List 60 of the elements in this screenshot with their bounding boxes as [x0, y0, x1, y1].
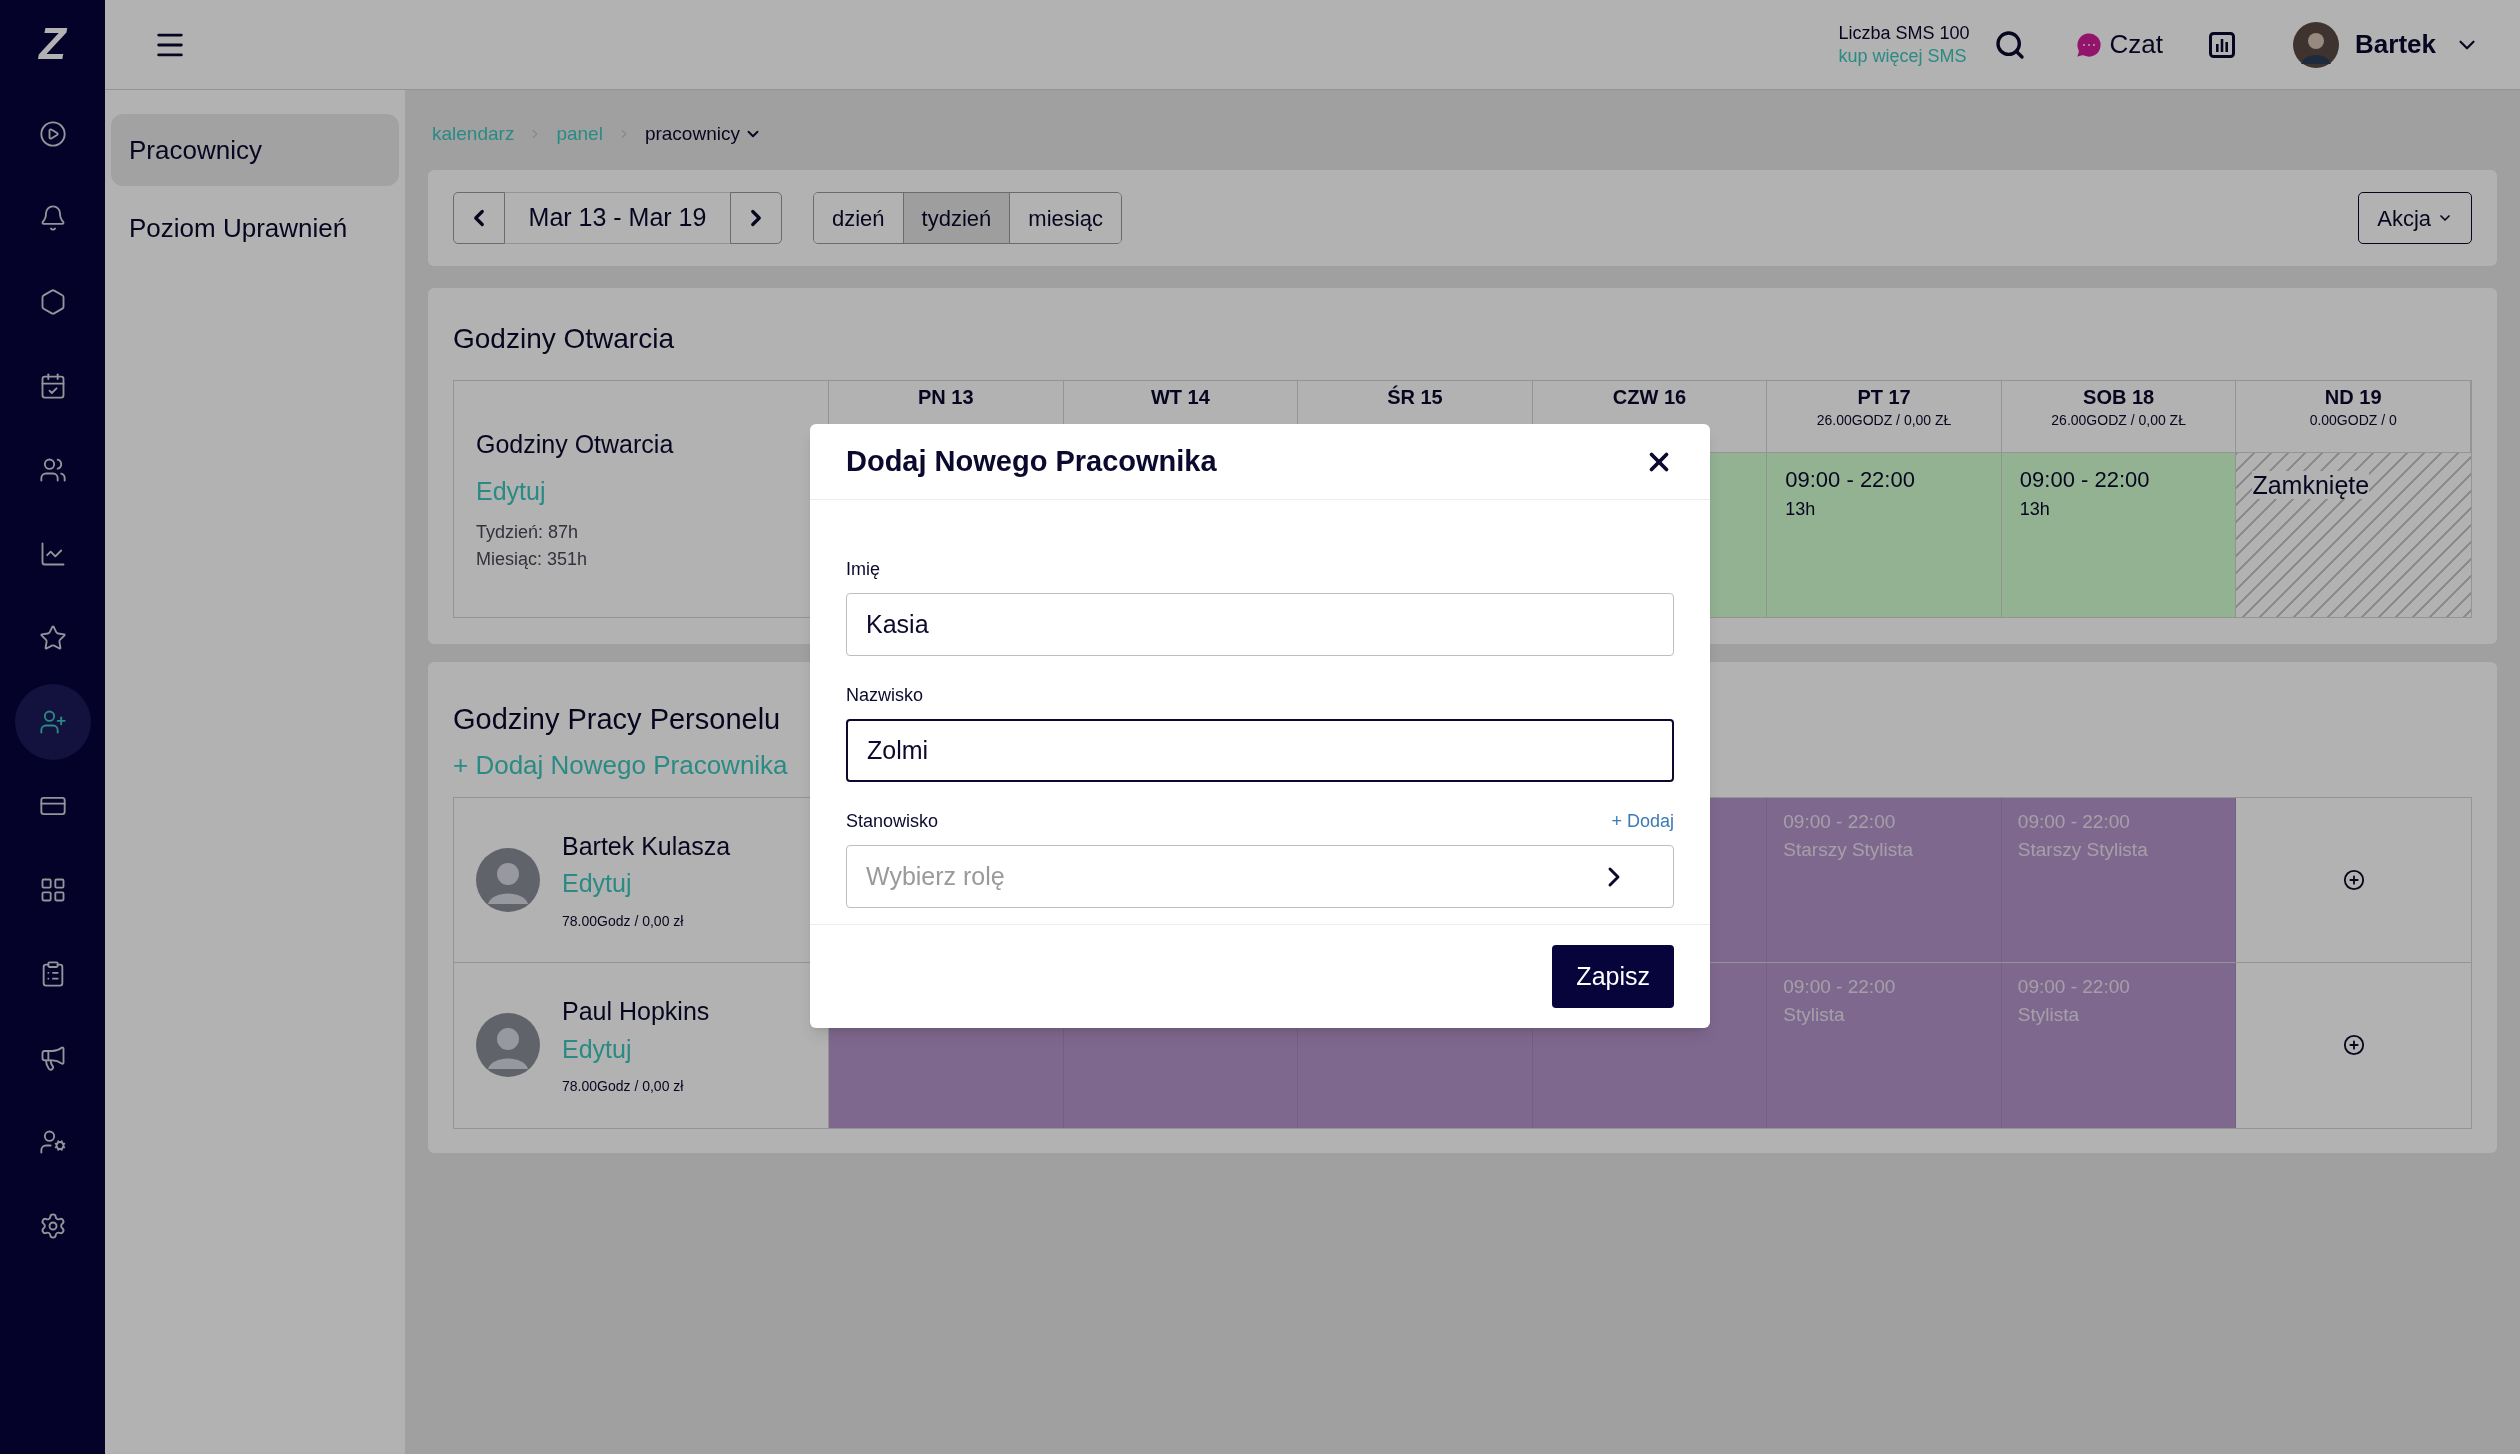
day-header: CZW 16: [1612, 385, 1687, 410]
day-header: PT 17: [1857, 385, 1911, 410]
play-icon: [38, 120, 67, 148]
open-hours-cell[interactable]: 09:00 - 22:00 13h: [2001, 453, 2237, 617]
avatar: [2293, 21, 2340, 68]
previous-week-button[interactable]: [453, 192, 505, 244]
bar-chart-icon[interactable]: [2209, 31, 2236, 58]
day-summary: 26.00GODZ / 0,00 ZŁ: [2051, 411, 2186, 430]
field-label: Stanowisko: [846, 810, 939, 833]
modal-title: Dodaj Nowego Pracownika: [846, 443, 1217, 479]
chat-button[interactable]: Czat: [2073, 25, 2164, 64]
avatar: [476, 847, 540, 912]
user-menu[interactable]: Bartek: [2293, 21, 2480, 68]
user-gear-icon: [38, 1128, 67, 1156]
search-icon[interactable]: [1993, 28, 2026, 61]
closed-cell[interactable]: Zamknięte: [2236, 453, 2471, 617]
employee-name: Bartek Kulasza: [562, 830, 731, 862]
text-field[interactable]: Kasia: [846, 593, 1674, 656]
date-range: Mar 13 - Mar 19: [505, 192, 730, 244]
closed-label: Zamknięte: [2252, 471, 2370, 499]
employee-name: Paul Hopkins: [562, 996, 710, 1027]
employee-summary: 78.00Godz / 0,00 zł: [562, 911, 685, 931]
avatar: [476, 1013, 540, 1077]
users-icon: [38, 456, 67, 484]
hours-total: 13h: [1785, 498, 1817, 521]
sidebar-item[interactable]: Pracownicy: [111, 114, 399, 186]
day-header: PN 13: [918, 385, 974, 410]
field-label: Imię: [846, 558, 880, 581]
open-hours-cell[interactable]: 09:00 - 22:00 13h: [1767, 453, 2002, 617]
next-week-button[interactable]: [730, 192, 782, 244]
hours-total: 13h: [2019, 498, 2051, 521]
breadcrumb-dropdown[interactable]: pracownicy: [644, 119, 762, 149]
card-title: Godziny Pracy Personelu: [453, 702, 782, 737]
card-title: Godziny Otwarcia: [453, 322, 675, 356]
add-shift-icon[interactable]: [2342, 1034, 2365, 1056]
sidebar-item[interactable]: Poziom Uprawnień: [111, 192, 399, 264]
add-shift-icon[interactable]: [2342, 868, 2365, 891]
week-total: Tydzień: 87h: [476, 520, 580, 544]
logo[interactable]: Z: [39, 22, 66, 66]
field-label: Nazwisko: [846, 684, 924, 707]
add-role-link[interactable]: + Dodaj: [1611, 808, 1674, 835]
day-header: WT 14: [1150, 385, 1210, 410]
star-icon: [38, 624, 67, 652]
day-header: SOB 18: [2083, 385, 2155, 410]
employee-summary: 78.00Godz / 0,00 zł: [562, 1077, 685, 1096]
hours-text: 09:00 - 22:00: [1785, 466, 1916, 494]
hours-text: 09:00 - 22:00: [2019, 466, 2151, 494]
day-header: ŚR 15: [1387, 385, 1443, 410]
day-summary: 26.00GODZ / 0,00 ZŁ: [1816, 411, 1952, 430]
save-button[interactable]: Zapisz: [1552, 945, 1674, 1008]
month-total: Miesiąc: 351h: [476, 547, 589, 571]
day-summary: 0.00GODZ / 0: [2309, 411, 2397, 430]
row-title: Godziny Otwarcia: [476, 428, 675, 460]
user-plus-icon: [38, 708, 67, 736]
action-dropdown[interactable]: Akcja: [2358, 192, 2472, 244]
view-tab[interactable]: miesiąc: [1009, 193, 1121, 243]
day-header: ND 19: [2324, 385, 2382, 410]
view-tab[interactable]: tydzień: [902, 193, 1010, 243]
text-field[interactable]: Zolmi: [846, 719, 1674, 782]
sms-count: Liczba SMS 100: [1838, 22, 1970, 45]
